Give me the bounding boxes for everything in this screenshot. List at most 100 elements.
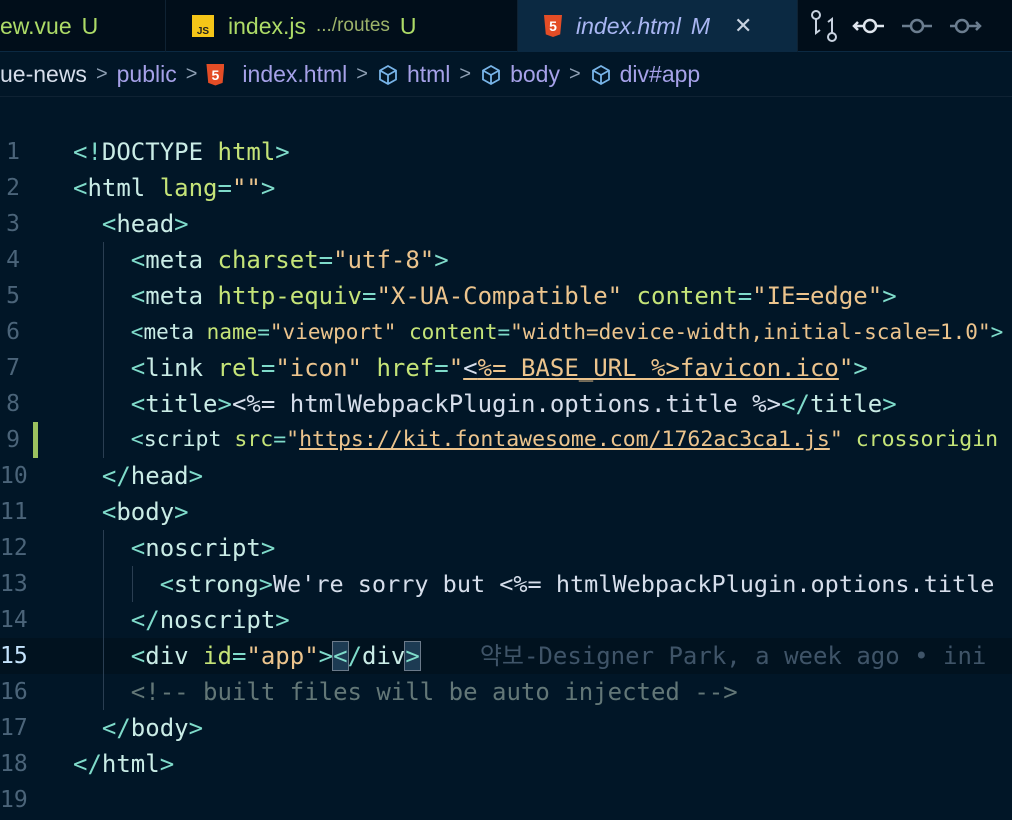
code-text: <head> [102, 206, 189, 242]
code-token: div [362, 642, 406, 670]
code-line[interactable]: 4 <meta charset="utf-8"> [0, 242, 1012, 278]
code-token: < [101, 498, 117, 526]
code-token: https://kit.fontawesome.com/1762ac3ca1.j… [299, 427, 830, 452]
code-line[interactable]: 9 <script src="https://kit.fontawesome.co… [0, 422, 1012, 458]
code-text: <script src="https://kit.fontawesome.com… [131, 422, 998, 458]
indent-guide [102, 278, 104, 314]
code-token: "viewport" [269, 320, 409, 344]
code-token: </ [101, 714, 131, 742]
code-token: = [434, 354, 449, 382]
code-line[interactable]: 18 </html> [0, 746, 1012, 782]
code-token: </ [781, 390, 810, 418]
indent-guide [102, 530, 104, 566]
tab-view-vue[interactable]: ew.vue U [0, 0, 166, 52]
code-token: " [838, 354, 854, 382]
code-line[interactable]: 16 <!-- built files will be auto injected… [0, 674, 1012, 710]
code-line[interactable]: 1 <!DOCTYPE html> [0, 134, 1012, 170]
code-line[interactable]: 6 <meta name="viewport" content="width=de… [0, 314, 1012, 350]
breadcrumb-symbol[interactable]: html [407, 61, 450, 88]
code-line[interactable]: 10 </head> [0, 458, 1012, 494]
code-line[interactable]: 3 <head> [0, 206, 1012, 242]
code-text: <!-- built files will be auto injected -… [131, 674, 738, 710]
code-token: < [130, 642, 146, 670]
code-token: DOCTYPE [101, 138, 218, 166]
code-editor[interactable]: 1 <!DOCTYPE html> 2 <html lang=""> 3 <head> 4 <… [0, 134, 1012, 818]
breadcrumb-folder[interactable]: ue-news [0, 61, 87, 88]
code-token: %= BASE_URL %>favicon.ico [477, 354, 839, 382]
code-line[interactable]: 13 <strong>We're sorry but <%= htmlWebpac… [0, 566, 1012, 602]
code-token: > [318, 642, 334, 670]
code-token: > [853, 354, 868, 382]
code-token: html [101, 750, 160, 778]
line-number: 13 [0, 571, 28, 597]
line-number: 6 [6, 319, 20, 345]
code-token: < [130, 534, 146, 562]
code-text: <html lang=""> [73, 170, 275, 206]
code-token: meta [145, 282, 218, 310]
code-token: = [497, 320, 511, 344]
breadcrumb-symbol[interactable]: div#app [620, 61, 701, 88]
code-text: <noscript> [131, 530, 276, 566]
code-token: content [636, 282, 738, 310]
code-line[interactable]: 5 <meta http-equiv="X-UA-Compatible" cont… [0, 278, 1012, 314]
code-token: "app" [246, 642, 319, 670]
compare-changes-icon[interactable] [810, 9, 838, 43]
code-token: html [217, 138, 276, 166]
timeline-icon[interactable] [900, 16, 934, 36]
previous-change-icon[interactable] [852, 16, 886, 36]
tab-index-js[interactable]: JS index.js .../routes U [166, 0, 518, 52]
code-line[interactable]: 7 <link rel="icon" href="<%= BASE_URL %>f… [0, 350, 1012, 386]
indent-guide [131, 566, 133, 602]
breadcrumb-symbol[interactable]: body [510, 61, 560, 88]
element-cube-icon [379, 64, 397, 85]
line-number: 8 [6, 391, 20, 417]
chevron-right-icon: > [356, 63, 368, 85]
indent-guide [102, 350, 104, 386]
code-line[interactable]: 19 [0, 782, 1012, 818]
code-token: > [174, 498, 189, 526]
code-text: </body> [102, 710, 203, 746]
code-token: body [130, 714, 189, 742]
code-text: </html> [73, 746, 174, 782]
code-token: meta [143, 320, 207, 344]
code-text: <!DOCTYPE html> [73, 134, 290, 170]
code-token: </ [130, 606, 160, 634]
next-change-icon[interactable] [948, 16, 982, 36]
code-line[interactable]: 12 <noscript> [0, 530, 1012, 566]
code-token: "" [231, 174, 261, 202]
code-text: </head> [102, 458, 203, 494]
code-line[interactable]: 15 <div id="app"></div> 약보-Designer Park, … [0, 638, 1012, 674]
code-line[interactable]: 2 <html lang=""> [0, 170, 1012, 206]
code-token: = [231, 642, 247, 670]
indent-guide [102, 638, 104, 674]
code-token: > [260, 534, 276, 562]
line-number: 16 [0, 679, 28, 705]
git-blame-annotation: 약보-Designer Park, a week ago • ini [479, 642, 987, 670]
code-token: < [130, 354, 146, 382]
code-token: = [217, 174, 232, 202]
code-text: </noscript> [131, 602, 290, 638]
code-token: > [258, 570, 273, 598]
code-line[interactable]: 17 </body> [0, 710, 1012, 746]
code-token: = [257, 320, 270, 344]
code-line[interactable]: 11 <body> [0, 494, 1012, 530]
code-token: > [188, 462, 204, 490]
element-cube-icon [591, 64, 610, 85]
breadcrumb-folder[interactable]: public [117, 61, 177, 88]
code-token: head [116, 210, 175, 238]
breadcrumb-file[interactable]: index.html [242, 61, 347, 88]
code-token: = [318, 246, 334, 274]
code-line[interactable]: 14 </noscript> [0, 602, 1012, 638]
code-token: > [174, 210, 189, 238]
code-token: body [116, 498, 175, 526]
code-text: <meta http-equiv="X-UA-Compatible" conte… [131, 278, 897, 314]
code-token: rel [217, 354, 261, 382]
line-number: 10 [0, 463, 28, 489]
code-token: > [159, 750, 175, 778]
tab-index-html[interactable]: 5 index.html M ✕ [518, 0, 798, 52]
tab-label: index.html [576, 12, 681, 39]
code-line[interactable]: 8 <title><%= htmlWebpackPlugin.options.ti… [0, 386, 1012, 422]
line-number: 17 [0, 715, 28, 741]
close-icon[interactable]: ✕ [734, 13, 752, 39]
code-token: > [404, 641, 421, 671]
